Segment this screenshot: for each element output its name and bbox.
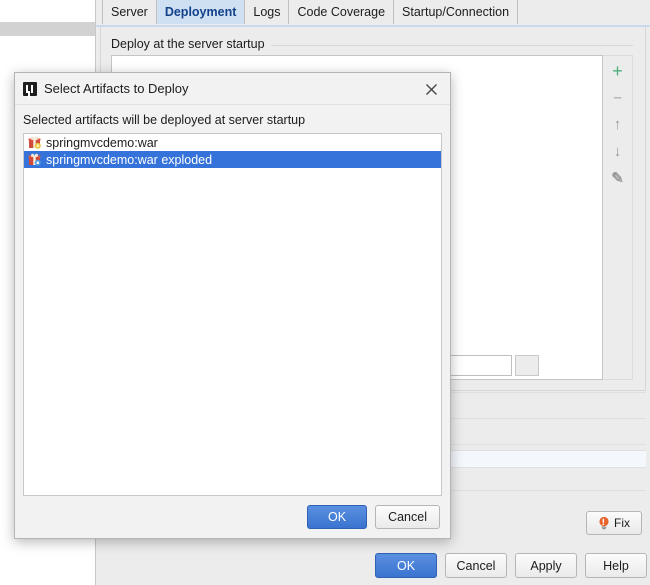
tab-logs[interactable]: Logs — [245, 0, 290, 24]
deployment-list-toolbar: + – ↑ ↓ ✎ — [603, 55, 633, 380]
tab-label: Deployment — [164, 5, 237, 19]
ide-run-configurations-window: Server Deployment Logs Code Coverage Startup… — [0, 0, 650, 585]
artifact-war-icon — [28, 136, 41, 149]
artifact-war-exploded-icon — [28, 153, 41, 166]
dialog-titlebar: Select Artifacts to Deploy — [15, 73, 450, 105]
tab-server[interactable]: Server — [102, 0, 157, 24]
window-ok-button[interactable]: OK — [375, 553, 437, 578]
artifact-list[interactable]: springmvcdemo:war springmvcdemo:war explo… — [23, 133, 442, 496]
window-apply-button[interactable]: Apply — [515, 553, 577, 578]
tree-panel-selected-band — [0, 22, 95, 36]
lightbulb-icon — [599, 516, 609, 530]
dialog-cancel-button[interactable]: Cancel — [375, 505, 440, 529]
move-down-icon-glyph: ↓ — [613, 143, 622, 160]
dialog-footer-buttons: OK Cancel — [15, 505, 450, 529]
tree-panel-top-area — [0, 0, 95, 22]
tab-label: Logs — [253, 5, 281, 19]
move-up-icon[interactable]: ↑ — [609, 116, 627, 134]
edit-pencil-icon-glyph: ✎ — [611, 170, 624, 187]
move-up-icon-glyph: ↑ — [613, 116, 622, 133]
dialog-ok-button[interactable]: OK — [307, 505, 368, 529]
window-cancel-button[interactable]: Cancel — [445, 553, 507, 578]
tab-deployment[interactable]: Deployment — [156, 0, 246, 24]
add-icon[interactable]: + — [609, 62, 627, 80]
intellij-idea-icon — [23, 81, 37, 96]
artifact-list-item-label: springmvcdemo:war — [46, 135, 158, 150]
close-icon[interactable] — [418, 77, 444, 101]
move-down-icon[interactable]: ↓ — [609, 143, 627, 161]
tab-code-coverage[interactable]: Code Coverage — [289, 0, 395, 24]
tab-label: Startup/Connection — [402, 5, 510, 19]
dialog-instruction-label: Selected artifacts will be deployed at s… — [23, 113, 306, 127]
tab-label: Code Coverage — [297, 5, 386, 19]
edit-pencil-icon[interactable]: ✎ — [609, 170, 627, 188]
configuration-tab-strip: Server Deployment Logs Code Coverage Startup… — [96, 0, 650, 26]
deploy-section-title: Deploy at the server startup — [111, 37, 271, 51]
add-icon-glyph: + — [612, 61, 623, 81]
remove-icon[interactable]: – — [609, 89, 627, 107]
config-browse-button[interactable] — [515, 355, 539, 376]
remove-icon-glyph: – — [613, 89, 622, 106]
artifact-list-item[interactable]: springmvcdemo:war — [24, 134, 441, 151]
dialog-body: Selected artifacts will be deployed at s… — [15, 105, 450, 538]
window-footer-buttons: OK Cancel Apply Help — [375, 553, 647, 578]
select-artifacts-dialog: Select Artifacts to Deploy Selected arti… — [14, 72, 451, 539]
artifact-list-item-label: springmvcdemo:war exploded — [46, 152, 213, 167]
fix-button-label: Fix — [614, 516, 630, 530]
dialog-title: Select Artifacts to Deploy — [44, 81, 189, 96]
window-help-button[interactable]: Help — [585, 553, 647, 578]
artifact-list-item[interactable]: springmvcdemo:war exploded — [24, 151, 441, 168]
tab-startup-connection[interactable]: Startup/Connection — [394, 0, 519, 24]
tab-label: Server — [111, 5, 148, 19]
fix-button[interactable]: Fix — [586, 511, 642, 535]
